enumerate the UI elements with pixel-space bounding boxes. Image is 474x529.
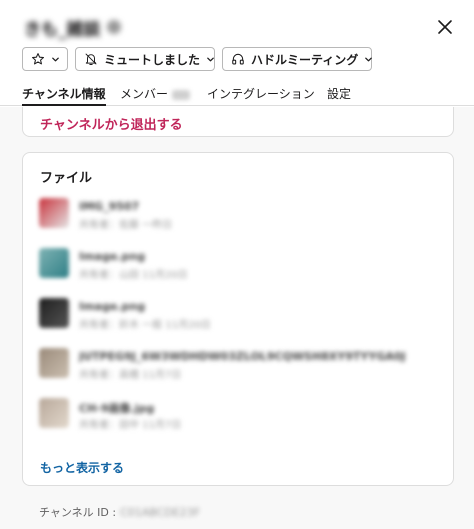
huddle-button[interactable]: ハドルミーティング <box>222 47 373 71</box>
tab-settings-label: 設定 <box>327 87 352 101</box>
file-item[interactable]: Image.png 共有者：山田 11月20日 <box>39 248 439 282</box>
channel-id: チャンネル ID : C01ABCDE23F <box>39 504 200 520</box>
channel-action-buttons: ミュートしました ハドルミーティング <box>22 47 373 71</box>
file-item[interactable]: Image.png 共有者：鈴木 一般 11月20日 <box>39 298 439 332</box>
tab-settings[interactable]: 設定 <box>327 85 351 102</box>
star-outline-icon <box>31 53 44 65</box>
channel-title-text: きも_雑談 <box>24 19 101 40</box>
chevron-down-icon <box>207 57 214 61</box>
file-thumbnail <box>39 348 69 378</box>
file-name: JUTPEG9J_6W3WDHDW03ZLOL9CQWSH8XY9TYYGA0J <box>79 350 406 363</box>
file-name: Image.png <box>79 250 146 263</box>
channel-title: きも_雑談 <box>24 14 121 40</box>
file-item[interactable]: CH-9画像.jpg 共有者：田中 11月7日 <box>39 398 439 432</box>
tab-members[interactable]: メンバー <box>120 85 191 102</box>
member-count-badge <box>172 89 191 100</box>
mute-button-label: ミュートしました <box>104 52 201 67</box>
file-thumbnail <box>39 198 69 228</box>
file-meta: 共有者：山田 11月20日 <box>79 270 188 281</box>
file-name: IMG_9507 <box>79 200 140 213</box>
close-icon <box>438 20 452 34</box>
tab-members-label: メンバー <box>120 87 169 101</box>
tab-channel-info-label: チャンネル情報 <box>22 87 106 101</box>
leave-channel-card: チャンネルから退出する <box>22 107 454 137</box>
channel-id-value: C01ABCDE23F <box>120 506 201 519</box>
files-card: ファイル IMG_9507 共有者：佐藤 一昨日 Image.png 共有者：山… <box>22 152 454 486</box>
file-meta: 共有者：高橋 11月7日 <box>79 370 182 381</box>
star-button[interactable] <box>22 47 68 71</box>
channel-details-dialog: きも_雑談 ミュートしました ハドルミーティング チャンネル情報 メンバー イン… <box>0 0 474 529</box>
tab-content-scroll-area[interactable]: チャンネルから退出する ファイル IMG_9507 共有者：佐藤 一昨日 Ima… <box>0 107 474 529</box>
headphones-icon <box>232 53 244 65</box>
file-thumbnail <box>39 398 69 428</box>
file-name: CH-9画像.jpg <box>79 402 155 415</box>
file-item[interactable]: JUTPEG9J_6W3WDHDW03ZLOL9CQWSH8XY9TYYGA0J… <box>39 348 439 382</box>
file-meta: 共有者：田中 11月7日 <box>79 420 182 431</box>
show-more-files-link[interactable]: もっと表示する <box>40 459 124 476</box>
file-item[interactable]: IMG_9507 共有者：佐藤 一昨日 <box>39 198 439 232</box>
file-meta: 共有者：佐藤 一昨日 <box>79 220 173 231</box>
channel-title-chevron-icon <box>106 20 121 34</box>
file-thumbnail <box>39 248 69 278</box>
file-thumbnail <box>39 298 69 328</box>
file-name: Image.png <box>79 300 146 313</box>
tab-channel-info[interactable]: チャンネル情報 <box>22 85 106 106</box>
chevron-down-icon <box>365 57 373 61</box>
close-button[interactable] <box>434 16 456 38</box>
leave-channel-link[interactable]: チャンネルから退出する <box>40 114 183 133</box>
channel-id-label: チャンネル ID : <box>39 506 117 519</box>
tab-integrations[interactable]: インテグレーション <box>207 85 315 102</box>
huddle-button-label: ハドルミーティング <box>251 52 359 67</box>
file-meta: 共有者：鈴木 一般 11月20日 <box>79 320 211 331</box>
bell-off-icon <box>85 53 97 66</box>
mute-button[interactable]: ミュートしました <box>75 47 215 71</box>
channel-tabs: チャンネル情報 メンバー インテグレーション 設定 <box>0 82 474 106</box>
tab-integrations-label: インテグレーション <box>207 87 315 101</box>
chevron-down-icon <box>51 57 59 61</box>
files-section-title: ファイル <box>40 171 93 186</box>
